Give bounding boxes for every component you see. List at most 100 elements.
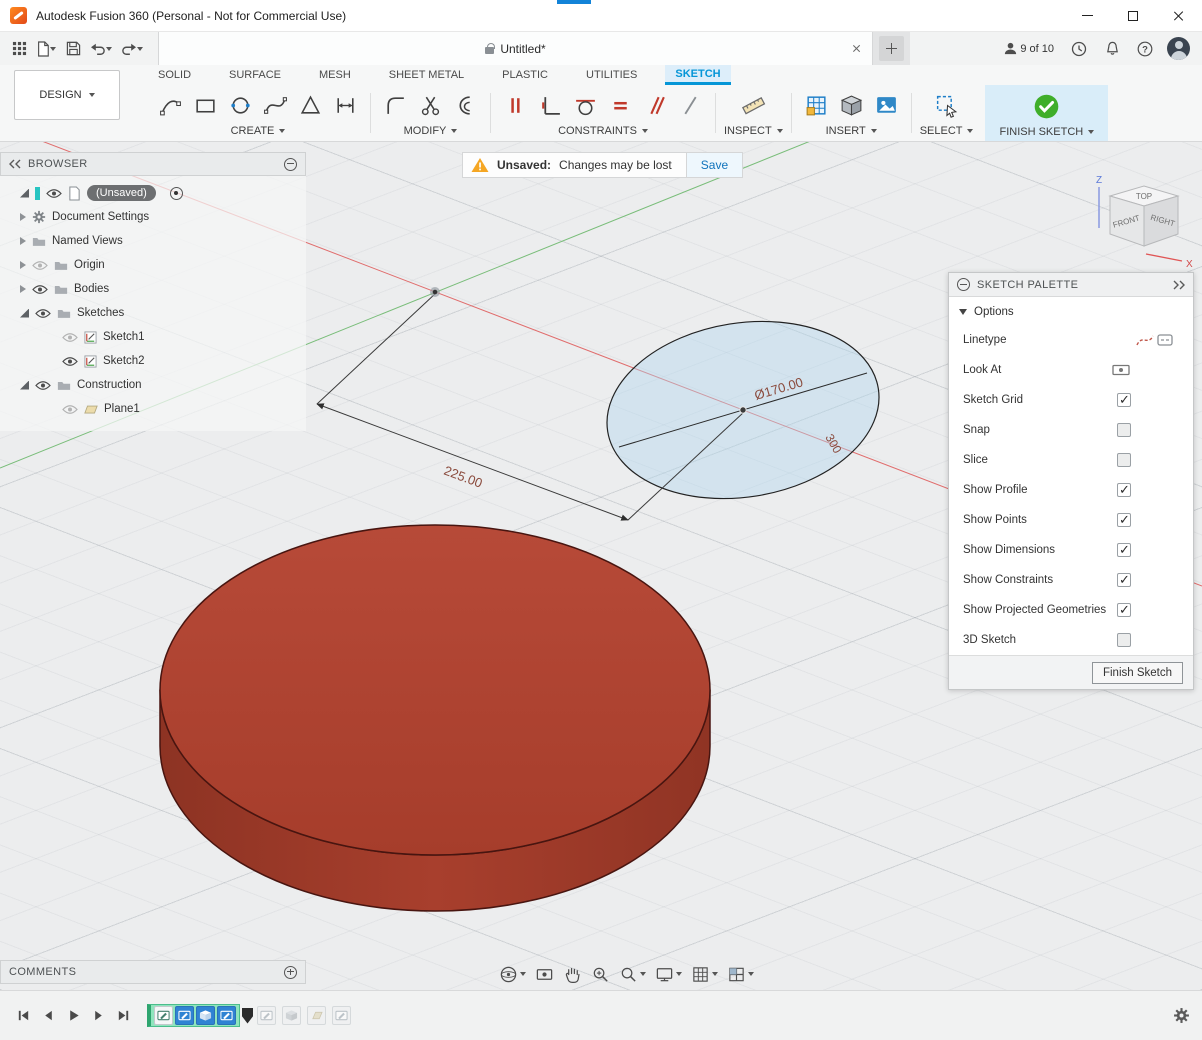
visibility-eye-off-icon[interactable]: [62, 332, 78, 343]
tab-utilities[interactable]: UTILITIES: [576, 65, 647, 85]
timeline-feature-sketch[interactable]: [154, 1006, 173, 1025]
tree-row-root[interactable]: (Unsaved): [0, 181, 306, 205]
visibility-eye-off-icon[interactable]: [62, 404, 78, 415]
tree-row-sketch2[interactable]: Sketch2: [0, 349, 306, 373]
add-comment-icon[interactable]: [284, 966, 297, 979]
job-status-button[interactable]: 9 of 10: [1000, 36, 1057, 62]
new-tab-button[interactable]: [879, 36, 904, 61]
tree-row-named-views[interactable]: Named Views: [0, 229, 306, 253]
body-disc[interactable]: [160, 525, 710, 911]
select-tool-button[interactable]: [930, 89, 963, 123]
snap-checkbox[interactable]: [1117, 423, 1131, 437]
visibility-eye-off-icon[interactable]: [32, 260, 48, 271]
tree-row-sketch1[interactable]: Sketch1: [0, 325, 306, 349]
tree-row-sketches[interactable]: Sketches: [0, 301, 306, 325]
zoom-button[interactable]: [589, 963, 612, 986]
trim-tool-button[interactable]: [414, 89, 447, 123]
timeline-feature-sketch-selected[interactable]: [175, 1006, 194, 1025]
timeline-feature-sketch-selected2[interactable]: [217, 1006, 236, 1025]
expander-icon[interactable]: [20, 309, 29, 318]
select-group-label[interactable]: SELECT: [920, 125, 963, 137]
timeline-position-marker[interactable]: [242, 1008, 253, 1024]
show-points-checkbox[interactable]: [1117, 513, 1131, 527]
rectangle-tool-button[interactable]: [189, 89, 222, 123]
show-dimensions-checkbox[interactable]: [1117, 543, 1131, 557]
notifications-button[interactable]: [1101, 36, 1123, 62]
viewport-canvas[interactable]: 225.00 Ø170.00 300 BROWSER: [0, 142, 1202, 990]
maximize-button[interactable]: [1110, 0, 1156, 32]
constraints-group-label[interactable]: CONSTRAINTS: [558, 125, 637, 137]
insert-mesh-button[interactable]: [835, 89, 868, 123]
timeline-feature-plane-suppressed[interactable]: [307, 1006, 326, 1025]
go-to-end-button[interactable]: [112, 1005, 134, 1027]
finish-sketch-palette-button[interactable]: Finish Sketch: [1092, 662, 1183, 684]
app-grid-button[interactable]: [8, 36, 30, 62]
polygon-tool-button[interactable]: [294, 89, 327, 123]
undo-button[interactable]: [87, 36, 115, 62]
tab-mesh[interactable]: MESH: [309, 65, 361, 85]
go-to-beginning-button[interactable]: [12, 1005, 34, 1027]
tab-sheet-metal[interactable]: SHEET METAL: [379, 65, 474, 85]
close-button[interactable]: [1156, 0, 1202, 32]
design-workspace-dropdown[interactable]: DESIGN: [14, 70, 120, 120]
measure-tool-button[interactable]: [737, 89, 770, 123]
save-button[interactable]: [62, 36, 84, 62]
insert-group-label[interactable]: INSERT: [826, 125, 866, 137]
timeline-feature-sketch-suppressed[interactable]: [257, 1006, 276, 1025]
tree-row-document-settings[interactable]: Document Settings: [0, 205, 306, 229]
finish-sketch-button[interactable]: [1030, 90, 1063, 124]
sketch-dimension-button[interactable]: [329, 89, 362, 123]
insert-canvas-button[interactable]: [870, 89, 903, 123]
circle-tool-button[interactable]: [224, 89, 257, 123]
visibility-eye-icon[interactable]: [32, 284, 48, 295]
timeline-track[interactable]: [147, 1004, 240, 1027]
finish-sketch-label[interactable]: FINISH SKETCH: [999, 126, 1083, 138]
collapse-left-icon[interactable]: [9, 159, 21, 169]
pan-button[interactable]: [561, 963, 584, 986]
root-document-label[interactable]: (Unsaved): [87, 185, 156, 201]
display-settings-button[interactable]: [653, 963, 684, 986]
timeline-feature-sketch-suppressed2[interactable]: [332, 1006, 351, 1025]
tree-row-origin[interactable]: Origin: [0, 253, 306, 277]
construction-line-icon[interactable]: [1135, 332, 1155, 348]
save-link-button[interactable]: Save: [686, 153, 742, 177]
document-tab[interactable]: Untitled*: [158, 32, 873, 65]
equal-constraint-button[interactable]: [604, 89, 637, 123]
options-section-header[interactable]: Options: [949, 297, 1193, 325]
3d-sketch-checkbox[interactable]: [1117, 633, 1131, 647]
palette-menu-icon[interactable]: [957, 278, 970, 291]
expander-icon[interactable]: [20, 285, 26, 293]
expander-icon[interactable]: [20, 261, 26, 269]
expander-icon[interactable]: [20, 189, 29, 198]
fix-constraint-button[interactable]: [674, 89, 707, 123]
tab-close-button[interactable]: [849, 42, 863, 56]
dimension-line-225[interactable]: [317, 404, 628, 520]
fillet-tool-button[interactable]: [379, 89, 412, 123]
tangent-constraint-button[interactable]: [569, 89, 602, 123]
tree-row-construction[interactable]: Construction: [0, 373, 306, 397]
expand-right-icon[interactable]: [1173, 280, 1185, 290]
show-projected-geometries-checkbox[interactable]: [1117, 603, 1131, 617]
centerline-icon[interactable]: [1155, 332, 1175, 348]
orbit-button[interactable]: [497, 963, 528, 986]
timeline-feature-extrude-selected[interactable]: [196, 1006, 215, 1025]
vertical-horizontal-constraint-button[interactable]: [534, 89, 567, 123]
spline-tool-button[interactable]: [259, 89, 292, 123]
tree-row-plane1[interactable]: Plane1: [0, 397, 306, 421]
slice-checkbox[interactable]: [1117, 453, 1131, 467]
visibility-eye-icon[interactable]: [46, 188, 62, 199]
coincident-constraint-button[interactable]: [499, 89, 532, 123]
look-at-button[interactable]: [533, 963, 556, 986]
offset-tool-button[interactable]: [449, 89, 482, 123]
dimension-text-225[interactable]: 225.00: [442, 463, 485, 491]
step-forward-button[interactable]: [87, 1005, 109, 1027]
look-at-icon[interactable]: [1111, 362, 1131, 378]
minimize-button[interactable]: [1064, 0, 1110, 32]
tab-sketch[interactable]: SKETCH: [665, 65, 730, 85]
tab-solid[interactable]: SOLID: [148, 65, 201, 85]
tab-plastic[interactable]: PLASTIC: [492, 65, 558, 85]
line-tool-button[interactable]: [154, 89, 187, 123]
tab-surface[interactable]: SURFACE: [219, 65, 291, 85]
comments-header[interactable]: COMMENTS: [0, 960, 306, 984]
create-group-label[interactable]: CREATE: [231, 125, 275, 137]
